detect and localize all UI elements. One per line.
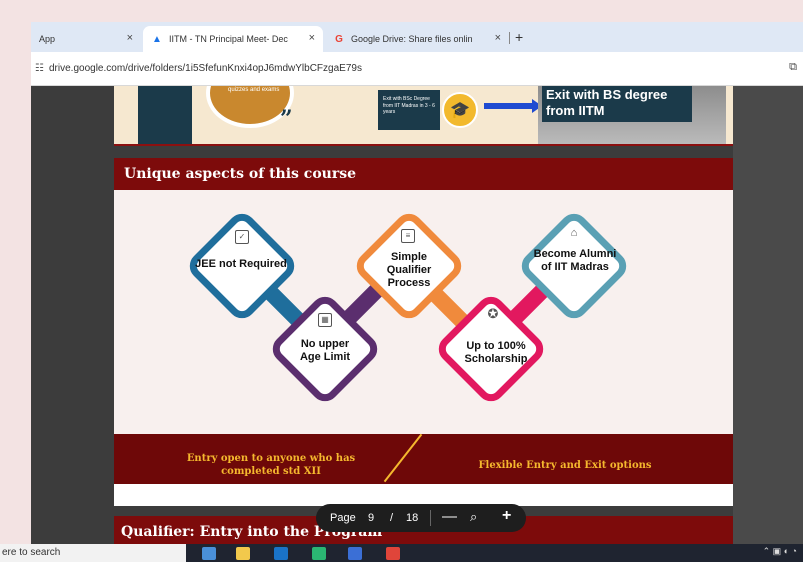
exit-bsc-box: Exit with BSc Degree from IIT Madras in … — [378, 90, 440, 130]
edge-icon[interactable] — [312, 547, 326, 560]
slide-accent-block — [138, 86, 192, 146]
close-tab-icon[interactable]: × — [309, 32, 315, 44]
certificate-icon: ✓ — [235, 230, 249, 244]
circle-caption: quizzes and exams — [228, 87, 280, 93]
tab-google-drive[interactable]: G Google Drive: Share files onlin × — [325, 26, 509, 52]
page-total: 18 — [406, 512, 419, 524]
site-info-icon[interactable]: ☷ — [35, 63, 44, 74]
cast-icon[interactable]: ⧉ — [789, 61, 797, 74]
browser-tab-bar: App × ▲ IITM - TN Principal Meet- Dec × … — [31, 22, 803, 52]
page-separator: / — [390, 512, 394, 524]
zoom-in-button[interactable]: + — [502, 507, 511, 525]
graduation-cap-icon: 🎓 — [442, 92, 478, 128]
footer-entry-text: Entry open to anyone who has completed s… — [186, 453, 356, 477]
tab-iitm[interactable]: ▲ IITM - TN Principal Meet- Dec × — [143, 26, 323, 52]
feature-label: Up to 100% Scholarship — [464, 340, 528, 365]
taskbar-search-placeholder: ere to search — [2, 547, 61, 558]
url-text[interactable]: drive.google.com/drive/folders/1i5Sfefun… — [49, 63, 362, 74]
system-tray-icon[interactable]: ⌃ ▣ ◐ ◔ — [763, 546, 797, 557]
slide-border — [114, 144, 733, 146]
task-view-icon[interactable] — [202, 547, 216, 560]
tab-title: Google Drive: Share files onlin — [351, 34, 473, 44]
feature-label: Become Alumni of IIT Madras — [533, 248, 617, 273]
file-explorer-icon[interactable] — [236, 547, 250, 560]
address-bar[interactable]: ☷ drive.google.com/drive/folders/1i5Sfef… — [31, 52, 803, 86]
close-tab-icon[interactable]: × — [495, 32, 501, 44]
arrow-shaft — [484, 103, 534, 109]
tab-app[interactable]: App × — [31, 26, 141, 52]
tab-title: IITM - TN Principal Meet- Dec — [169, 34, 288, 44]
feature-label: No upper Age Limit — [299, 338, 351, 363]
pager-divider — [430, 510, 431, 526]
outlook-icon[interactable] — [274, 547, 288, 560]
drive-side-panel — [733, 86, 803, 544]
chrome-icon[interactable] — [386, 547, 400, 560]
google-icon: G — [335, 33, 343, 45]
screen: App × ▲ IITM - TN Principal Meet- Dec × … — [0, 0, 803, 562]
google-drive-icon: ▲ — [152, 33, 162, 45]
feature-label: JEE not Required — [195, 258, 287, 270]
tab-divider — [509, 32, 510, 44]
tab-title: App — [39, 34, 56, 44]
exit-bs-banner: Exit with BS degree from IITM — [542, 86, 692, 122]
zoom-icon[interactable]: ⌕ — [470, 509, 477, 525]
footer-exit-text: Flexible Entry and Exit options — [478, 460, 652, 471]
clipboard-icon: ≡ — [401, 229, 415, 243]
calendar-icon: ▦ — [318, 313, 332, 327]
page-number-input[interactable]: 9 — [368, 512, 374, 524]
slide-title: Unique aspects of this course — [124, 166, 357, 182]
page-label: Page — [330, 512, 356, 524]
slide-bottom-margin — [114, 484, 733, 506]
store-icon[interactable] — [348, 547, 362, 560]
quote-mark: ” — [280, 106, 293, 132]
page-controls: Page 9 / 18 — ⌕ + — [316, 504, 526, 532]
medal-icon: ✪ — [487, 306, 499, 321]
zoom-out-button[interactable]: — — [442, 508, 457, 525]
graduation-cap-icon: ⌂ — [570, 227, 578, 239]
taskbar-search-box[interactable]: ere to search — [0, 544, 186, 562]
close-tab-icon[interactable]: × — [127, 32, 133, 44]
feature-label: Simple Qualifier Process — [386, 251, 432, 289]
windows-taskbar: ere to search ⌃ ▣ ◐ ◔ — [0, 544, 803, 562]
previous-slide: quizzes and exams ” Exit with BSc Degree… — [114, 86, 733, 146]
new-tab-button[interactable]: + — [515, 29, 523, 45]
